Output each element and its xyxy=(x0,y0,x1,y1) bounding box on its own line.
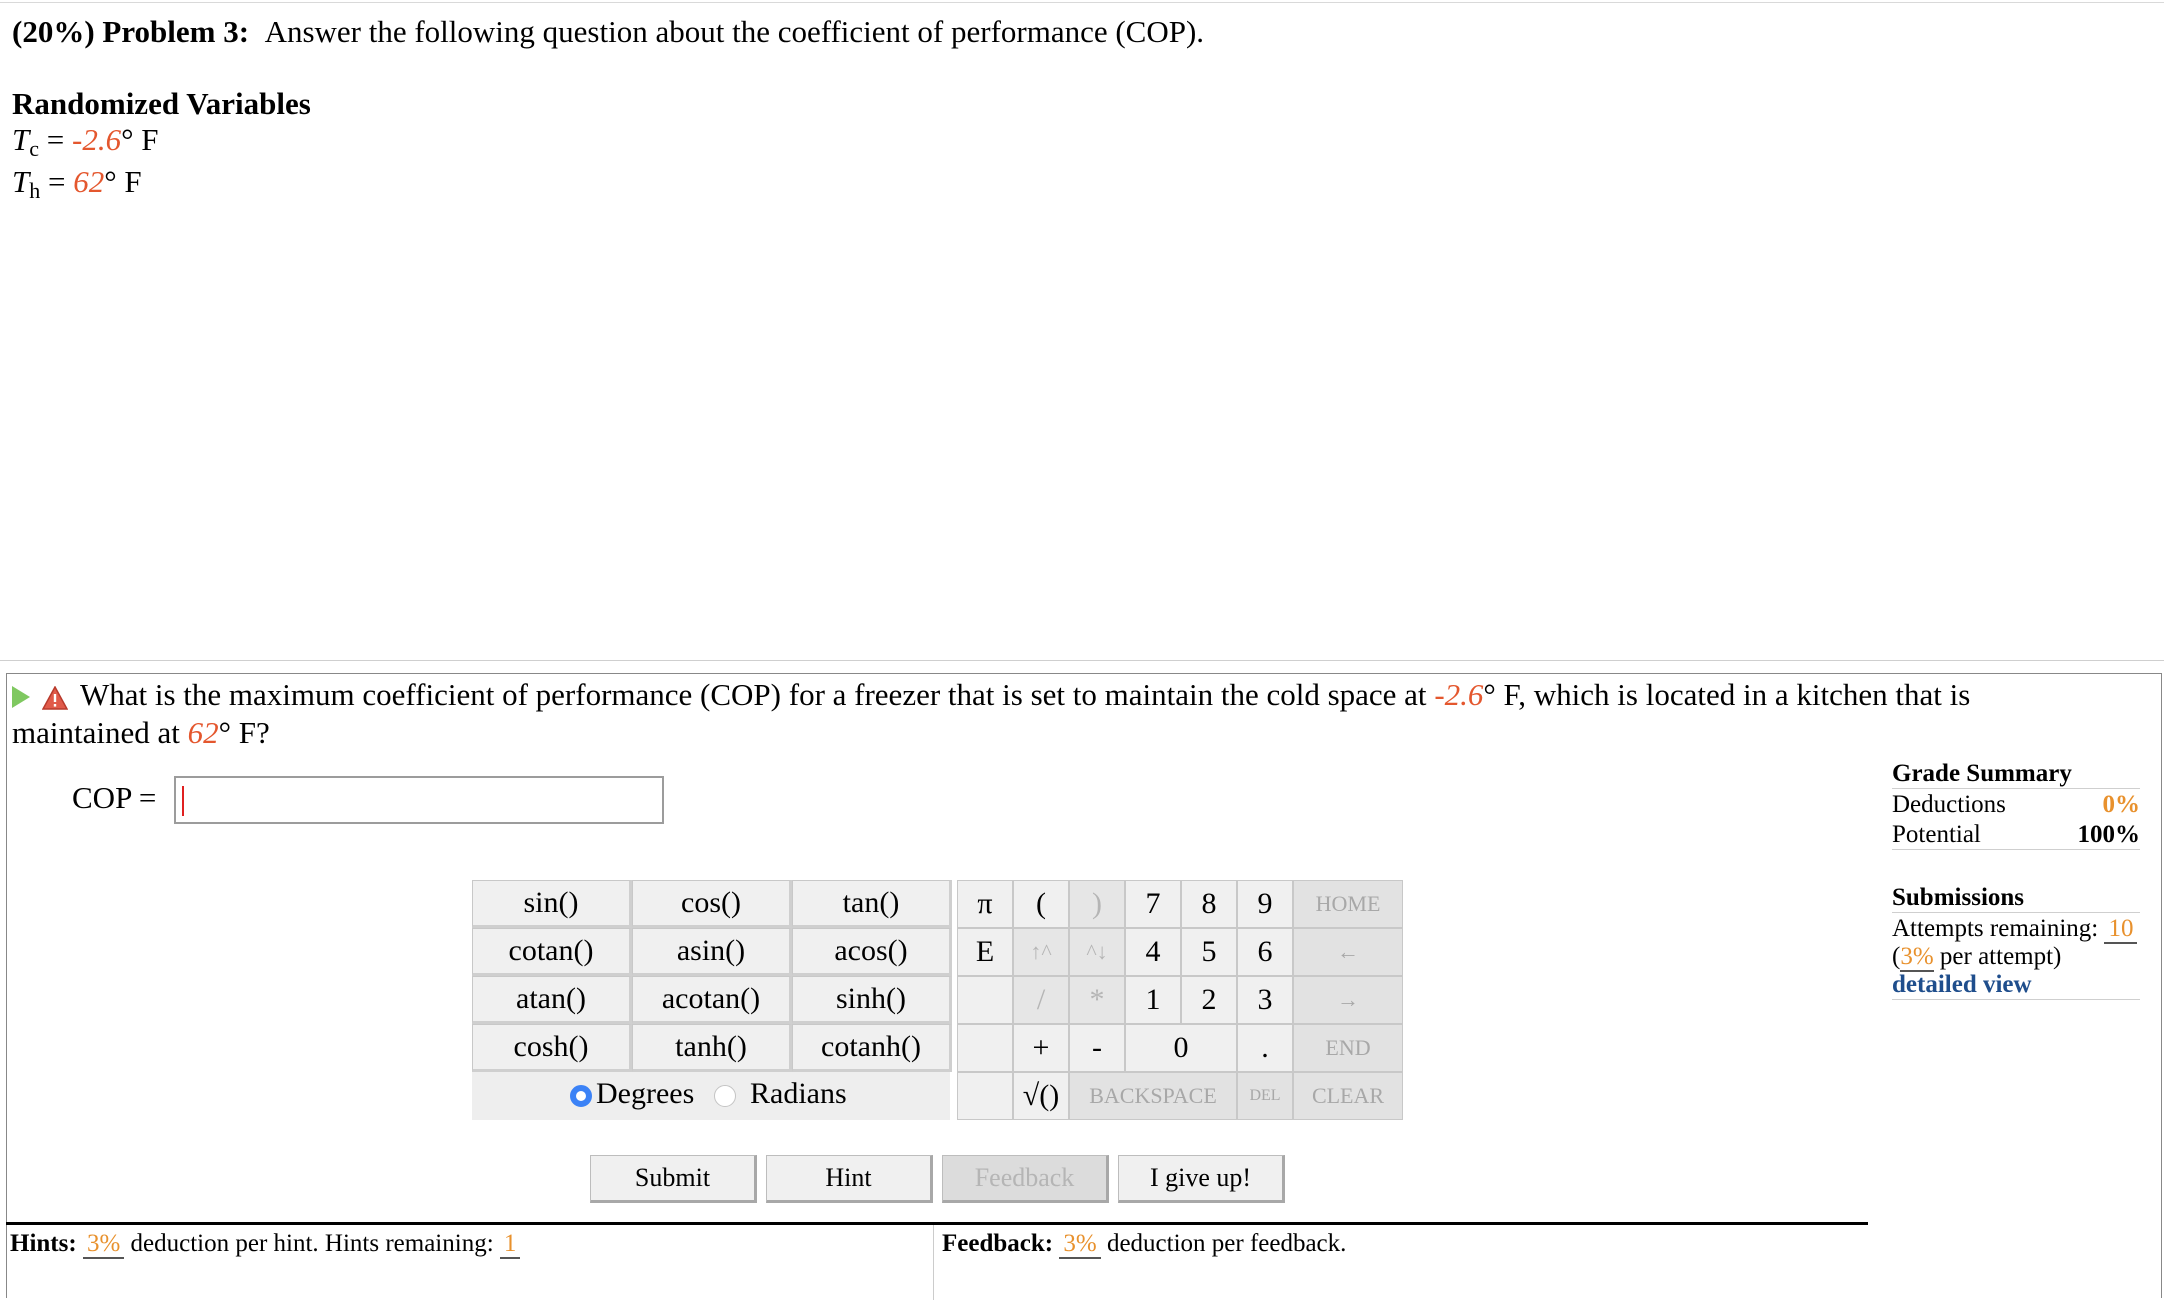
key-end[interactable]: END xyxy=(1293,1024,1403,1072)
key-cotanh[interactable]: cotanh() xyxy=(792,1024,952,1072)
key-multiply[interactable]: * xyxy=(1069,976,1125,1024)
grade-title-rule xyxy=(1892,788,2140,789)
per-attempt-row: (3% per attempt) xyxy=(1892,943,2062,972)
key-clear[interactable]: CLEAR xyxy=(1293,1072,1403,1120)
deductions-row: Deductions 0% xyxy=(1892,791,2141,818)
key-close-paren[interactable]: ) xyxy=(1069,880,1125,928)
potential-value: 100% xyxy=(2077,821,2141,848)
key-backspace[interactable]: BACKSPACE xyxy=(1069,1072,1237,1120)
key-e[interactable]: E xyxy=(957,928,1013,976)
th-value: 62 xyxy=(73,164,105,199)
submissions-title-rule xyxy=(1892,912,2140,913)
problem-header: (20%) Problem 3: Answer the following qu… xyxy=(12,14,1204,50)
hints-info: Hints: 3% deduction per hint. Hints rema… xyxy=(10,1230,521,1259)
key-7[interactable]: 7 xyxy=(1125,880,1181,928)
key-decimal[interactable]: . xyxy=(1237,1024,1293,1072)
potential-row: Potential 100% xyxy=(1892,821,2141,848)
cop-label: COP = xyxy=(72,780,157,815)
warning-icon xyxy=(42,686,68,710)
key-acos[interactable]: acos() xyxy=(792,928,952,976)
key-home[interactable]: HOME xyxy=(1293,880,1403,928)
key-cosh[interactable]: cosh() xyxy=(472,1024,632,1072)
play-icon[interactable] xyxy=(12,686,30,708)
key-3[interactable]: 3 xyxy=(1237,976,1293,1024)
problem-weight: (20%) xyxy=(12,14,95,49)
angle-mode-row: Degrees Radians xyxy=(472,1072,950,1120)
key-9[interactable]: 9 xyxy=(1237,880,1293,928)
feedback-button[interactable]: Feedback xyxy=(942,1155,1109,1203)
key-sinh[interactable]: sinh() xyxy=(792,976,952,1024)
section-divider xyxy=(0,660,2164,661)
radians-radio[interactable] xyxy=(714,1085,736,1107)
key-1[interactable]: 1 xyxy=(1125,976,1181,1024)
grade-summary: Grade Summary Deductions 0% Potential 10… xyxy=(1892,760,2140,850)
key-blank-3 xyxy=(957,1072,1013,1120)
tc-value: -2.6 xyxy=(72,122,122,157)
feedback-info: Feedback: 3% deduction per feedback. xyxy=(942,1230,1347,1259)
key-open-paren[interactable]: ( xyxy=(1013,880,1069,928)
key-tan[interactable]: tan() xyxy=(792,880,952,928)
hint-button[interactable]: Hint xyxy=(766,1155,933,1203)
key-asin[interactable]: asin() xyxy=(632,928,792,976)
key-pi[interactable]: π xyxy=(957,880,1013,928)
key-left-arrow[interactable]: ← xyxy=(1293,928,1403,976)
key-8[interactable]: 8 xyxy=(1181,880,1237,928)
hints-remaining: 1 xyxy=(499,1230,521,1259)
submit-button[interactable]: Submit xyxy=(590,1155,757,1203)
key-cotan[interactable]: cotan() xyxy=(472,928,632,976)
key-4[interactable]: 4 xyxy=(1125,928,1181,976)
key-del[interactable]: DEL xyxy=(1237,1072,1293,1120)
question-text: What is the maximum coefficient of perfo… xyxy=(12,677,1971,750)
problem-prompt: Answer the following question about the … xyxy=(264,14,1205,49)
attempts-row: Attempts remaining: 10 xyxy=(1892,915,2140,944)
key-minus[interactable]: - xyxy=(1069,1024,1125,1072)
submissions-bottom-rule xyxy=(1892,999,2140,1000)
key-power-down[interactable]: ^↓ xyxy=(1069,928,1125,976)
key-sqrt[interactable]: √() xyxy=(1013,1072,1069,1120)
key-atan[interactable]: atan() xyxy=(472,976,632,1024)
cop-answer-input[interactable] xyxy=(174,776,664,824)
degrees-label: Degrees xyxy=(596,1077,695,1110)
key-6[interactable]: 6 xyxy=(1237,928,1293,976)
key-plus[interactable]: + xyxy=(1013,1024,1069,1072)
var-th: Th = 62° F xyxy=(12,164,142,203)
detailed-view-link[interactable]: detailed view xyxy=(1892,971,2140,999)
give-up-button[interactable]: I give up! xyxy=(1118,1155,1285,1203)
text-cursor xyxy=(182,786,184,816)
randomized-title: Randomized Variables xyxy=(12,86,311,121)
degrees-radio[interactable] xyxy=(570,1085,592,1107)
feedback-deduction: 3% xyxy=(1059,1230,1101,1259)
deductions-value: 0% xyxy=(2102,791,2141,818)
submissions-panel: Submissions Attempts remaining: 10 (3% p… xyxy=(1892,884,2140,1000)
key-acotan[interactable]: acotan() xyxy=(632,976,792,1024)
key-right-arrow[interactable]: → xyxy=(1293,976,1403,1024)
submissions-title: Submissions xyxy=(1892,884,2025,911)
key-5[interactable]: 5 xyxy=(1181,928,1237,976)
top-divider xyxy=(0,2,2164,3)
key-tanh[interactable]: tanh() xyxy=(632,1024,792,1072)
radians-label: Radians xyxy=(750,1077,847,1110)
problem-label: Problem 3: xyxy=(102,14,250,49)
key-power-up[interactable]: ↑^ xyxy=(1013,928,1069,976)
var-tc: Tc = -2.6° F xyxy=(12,122,159,161)
key-blank-2 xyxy=(957,1024,1013,1072)
key-divide[interactable]: / xyxy=(1013,976,1069,1024)
hint-deduction: 3% xyxy=(82,1230,125,1259)
key-0[interactable]: 0 xyxy=(1125,1024,1237,1072)
key-2[interactable]: 2 xyxy=(1181,976,1237,1024)
attempts-value: 10 xyxy=(2104,915,2138,944)
grade-bottom-rule xyxy=(1892,849,2140,850)
grade-summary-title: Grade Summary xyxy=(1892,760,2072,787)
key-blank-1 xyxy=(957,976,1013,1024)
key-sin[interactable]: sin() xyxy=(472,880,632,928)
key-cos[interactable]: cos() xyxy=(632,880,792,928)
